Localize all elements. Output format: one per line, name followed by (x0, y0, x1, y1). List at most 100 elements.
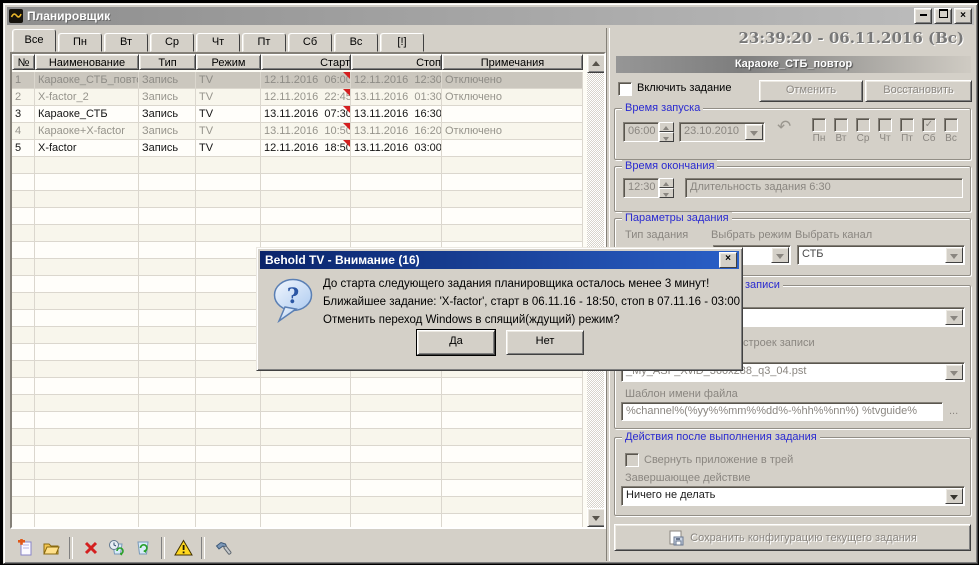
table-cell (351, 225, 442, 242)
schedule-refresh-icon[interactable] (104, 535, 130, 561)
tab-1[interactable]: Все (12, 29, 56, 52)
yes-button[interactable]: Да (417, 330, 495, 355)
restore-button[interactable]: Восстановить (865, 80, 972, 102)
table-row[interactable]: 2X-factor_2ЗаписьTV12.11.2016 22:4513.11… (12, 89, 583, 106)
start-time-group-title: Время запуска (622, 102, 703, 114)
undo-icon[interactable]: ↶ (777, 117, 791, 137)
tab-2[interactable]: Пн (58, 33, 102, 52)
col-header-stop[interactable]: Стоп (351, 54, 442, 70)
new-task-icon[interactable] (12, 535, 38, 561)
no-button[interactable]: Нет (506, 330, 584, 355)
table-cell: 13.11.2016 10:50 (261, 123, 351, 140)
table-cell (196, 157, 261, 174)
minimize-to-tray-checkbox[interactable] (625, 453, 639, 467)
col-header-start[interactable]: Старт (261, 54, 351, 70)
tab-6[interactable]: Пт (242, 33, 286, 52)
channel-combo[interactable]: СТБ (797, 245, 965, 265)
tab-7[interactable]: Сб (288, 33, 332, 52)
table-cell (351, 208, 442, 225)
tab-9[interactable]: [!] (380, 33, 424, 52)
day-checkbox[interactable] (856, 118, 870, 132)
delete-icon[interactable] (78, 535, 104, 561)
tools-icon[interactable] (210, 535, 236, 561)
chevron-down-icon[interactable] (945, 247, 963, 263)
record-settings-label: строек записи (743, 337, 815, 349)
table-cell (351, 412, 442, 429)
table-row[interactable]: 3Караоке_СТБЗаписьTV13.11.2016 07:3013.1… (12, 106, 583, 123)
dialog-close-icon[interactable]: × (719, 252, 737, 268)
table-cell (196, 446, 261, 463)
table-cell (351, 378, 442, 395)
table-cell (261, 412, 351, 429)
start-time-field[interactable]: 06:00 (623, 122, 659, 142)
table-row-empty (12, 429, 583, 446)
toolbar-separator (69, 537, 73, 559)
more-button[interactable]: ... (949, 405, 958, 417)
day-checkbox[interactable] (834, 118, 848, 132)
col-header-num[interactable]: № (12, 54, 35, 70)
table-row[interactable]: 5X-factorЗаписьTV12.11.2016 18:5013.11.2… (12, 140, 583, 157)
app-icon (9, 9, 23, 23)
filename-template-input[interactable]: %channel%(%yy%%mm%%dd%-%hh%%nn%) %tvguid… (621, 402, 943, 421)
col-header-notes[interactable]: Примечания (442, 54, 583, 70)
table-row-empty (12, 191, 583, 208)
table-cell (12, 293, 35, 310)
end-time-spinner[interactable] (659, 178, 674, 198)
scroll-down-icon[interactable] (587, 508, 606, 527)
tab-5[interactable]: Чт (196, 33, 240, 52)
day-checkbox[interactable] (878, 118, 892, 132)
table-cell (442, 395, 583, 412)
table-row[interactable]: 1Караоке_СТБ_повторЗаписьTV12.11.2016 06… (12, 72, 583, 89)
scroll-up-icon[interactable] (587, 54, 606, 73)
chevron-down-icon[interactable] (745, 124, 763, 140)
start-date-combo[interactable]: 23.10.2010 (679, 122, 765, 142)
warning-icon[interactable] (170, 535, 196, 561)
start-time-spinner[interactable] (659, 122, 674, 142)
tab-8[interactable]: Вс (334, 33, 378, 52)
enable-task-checkbox[interactable] (618, 82, 632, 96)
table-cell (196, 412, 261, 429)
chevron-down-icon[interactable] (945, 364, 963, 380)
day-label: Сб (918, 133, 940, 144)
cancel-button[interactable]: Отменить (759, 80, 863, 102)
col-header-mode[interactable]: Режим (196, 54, 261, 70)
chevron-down-icon[interactable] (945, 309, 963, 325)
col-header-type[interactable]: Тип (139, 54, 196, 70)
record-group-title: записи (742, 279, 783, 291)
day-checkbox[interactable] (900, 118, 914, 132)
table-cell (12, 344, 35, 361)
table-cell (351, 174, 442, 191)
table-cell (442, 480, 583, 497)
table-cell (442, 174, 583, 191)
table-row[interactable]: 4Караоке+X-factorЗаписьTV13.11.2016 10:5… (12, 123, 583, 140)
day-label: Вт (830, 133, 852, 144)
refresh-icon[interactable] (130, 535, 156, 561)
chevron-down-icon[interactable] (945, 488, 963, 504)
day-checkbox-checked[interactable]: ✓ (922, 118, 936, 132)
table-cell: 4 (12, 123, 35, 140)
clock-display: 23:39:20 - 06.11.2016 (Вс) (738, 29, 964, 47)
tab-4[interactable]: Ср (150, 33, 194, 52)
table-cell (196, 191, 261, 208)
table-cell: X-factor (35, 140, 139, 157)
table-cell (442, 429, 583, 446)
table-cell (35, 395, 139, 412)
table-cell (196, 327, 261, 344)
tab-3[interactable]: Вт (104, 33, 148, 52)
minimize-button[interactable] (914, 8, 932, 24)
table-cell (139, 344, 196, 361)
col-header-name[interactable]: Наименование (35, 54, 139, 70)
channel-label: Выбрать канал (795, 229, 872, 241)
table-cell (139, 259, 196, 276)
save-config-button[interactable]: Сохранить конфигурацию текущего задания (614, 524, 971, 551)
open-folder-icon[interactable] (38, 535, 64, 561)
final-action-combo[interactable]: Ничего не делать (621, 486, 965, 506)
end-time-field[interactable]: 12:30 (623, 178, 659, 198)
chevron-down-icon[interactable] (771, 247, 789, 263)
table-cell (12, 514, 35, 527)
day-checkbox[interactable] (812, 118, 826, 132)
day-checkbox[interactable] (944, 118, 958, 132)
maximize-button[interactable] (934, 8, 952, 24)
close-button[interactable]: × (954, 8, 972, 24)
table-cell (12, 327, 35, 344)
